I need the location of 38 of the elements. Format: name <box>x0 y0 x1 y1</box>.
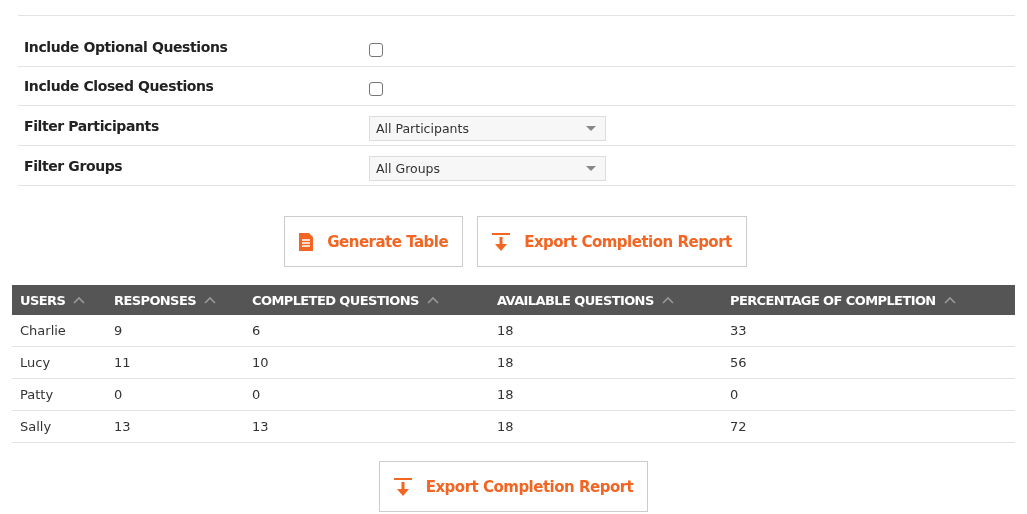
table-cell: 9 <box>106 315 244 347</box>
caret-icon <box>586 166 596 171</box>
sort-icon <box>426 296 439 304</box>
table-cell: Sally <box>12 410 106 443</box>
table-cell: 13 <box>106 410 244 443</box>
table-cell: Patty <box>12 378 106 411</box>
checkbox[interactable] <box>369 43 383 57</box>
sort-icon <box>661 296 674 304</box>
sort-icon <box>203 296 216 304</box>
download-icon <box>393 477 412 496</box>
caret-icon <box>586 126 596 131</box>
dropdown[interactable]: All Groups <box>369 156 606 181</box>
table-cell: 18 <box>489 378 722 411</box>
table-cell: 0 <box>106 378 244 411</box>
field-label: Include Optional Questions <box>23 39 229 55</box>
sort-icon <box>943 296 956 304</box>
document-icon <box>299 232 314 251</box>
table-cell: 11 <box>106 346 244 379</box>
table-cell: 13 <box>244 410 489 443</box>
sort-icon <box>73 296 86 304</box>
table-cell: 72 <box>722 410 1015 443</box>
field-label: Filter Groups <box>23 157 124 174</box>
download-icon <box>492 232 511 251</box>
table-cell: 0 <box>244 378 489 411</box>
table-cell: 33 <box>722 315 1015 347</box>
checkbox[interactable] <box>369 82 383 96</box>
table-cell: 18 <box>489 346 722 379</box>
table-cell: Charlie <box>12 315 106 347</box>
table-cell: 0 <box>722 378 1015 411</box>
table-cell: 56 <box>722 346 1015 379</box>
table-cell: 6 <box>244 315 489 347</box>
table-cell: 18 <box>489 410 722 443</box>
field-label: Include Closed Questions <box>23 78 215 94</box>
dropdown[interactable]: All Participants <box>369 116 606 141</box>
table-cell: 18 <box>489 315 722 347</box>
table-cell: Lucy <box>12 346 106 379</box>
table-cell: 10 <box>244 346 489 379</box>
field-label: Filter Participants <box>23 117 160 134</box>
